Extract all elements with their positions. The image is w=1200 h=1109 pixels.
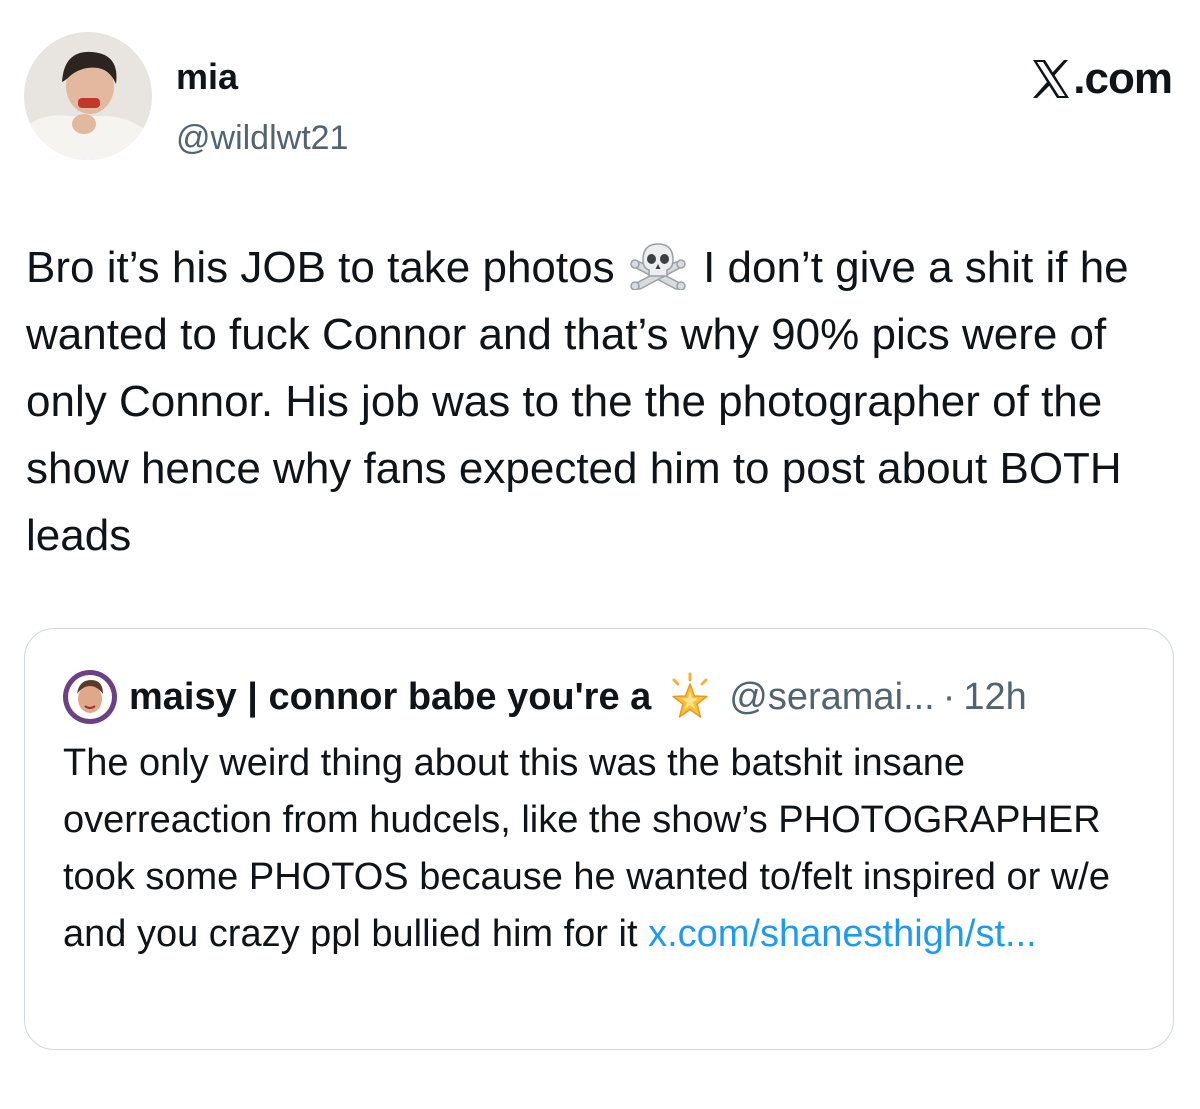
author-handle[interactable]: @wildlwt21 — [176, 118, 348, 158]
x-logo-icon — [1031, 58, 1071, 100]
quoted-author-avatar[interactable] — [63, 670, 117, 724]
tweet-header: mia @wildlwt21 .com — [24, 32, 1176, 164]
author-avatar[interactable] — [24, 32, 152, 160]
author-display-name[interactable]: mia — [176, 56, 238, 98]
quoted-tweet-header: maisy | connor babe you're a @seramai...… — [63, 667, 1027, 727]
tweet-text-part-1: Bro it’s his JOB to take photos — [26, 243, 615, 292]
glowing-star-icon — [665, 672, 715, 722]
tweet-body: Bro it’s his JOB to take photos I don’t … — [26, 234, 1176, 569]
quoted-author-display-name[interactable]: maisy | connor babe you're a — [129, 676, 651, 719]
quoted-tweet-body: The only weird thing about this was the … — [63, 735, 1143, 963]
quoted-tweet-timestamp[interactable]: 12h — [963, 676, 1026, 719]
quoted-tweet-card[interactable]: maisy | connor babe you're a @seramai...… — [24, 628, 1174, 1050]
brand-label: .com — [1073, 54, 1173, 103]
brand-watermark: .com — [1031, 54, 1173, 104]
separator-dot: · — [942, 675, 956, 718]
skull-and-crossbones-icon — [629, 242, 687, 291]
quoted-tweet-link[interactable]: x.com/shanesthigh/st... — [648, 913, 1037, 955]
quoted-author-handle[interactable]: @seramai... — [729, 676, 934, 719]
